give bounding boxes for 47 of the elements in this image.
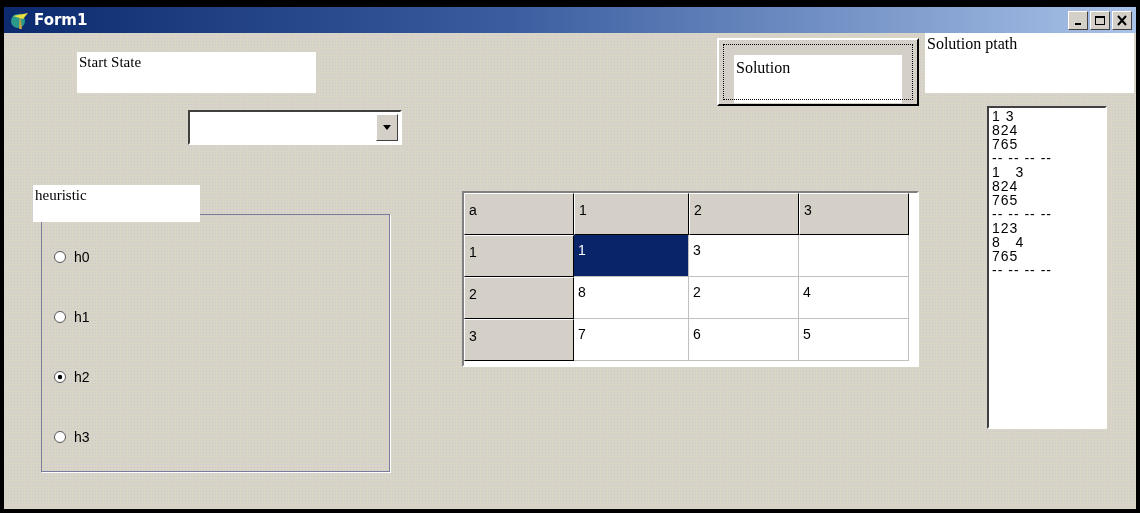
list-line: 765 [992,249,1019,263]
list-line: 1 3 [992,109,1015,123]
grid-cell[interactable]: 5 [799,319,909,361]
maximize-icon [1094,14,1106,26]
row-header[interactable]: 3 [464,319,574,361]
list-line: -- -- -- -- [992,263,1052,277]
grid-cell[interactable]: 7 [574,319,689,361]
radio-option[interactable]: h1 [54,305,389,328]
list-line: 765 [992,193,1019,207]
list-line: -- -- -- -- [992,207,1052,221]
grid-header: 1 [574,193,689,235]
grid-cell[interactable]: 6 [689,319,799,361]
grid-cell[interactable]: 8 [574,277,689,319]
minimize-icon [1075,22,1081,25]
grid-cell[interactable]: 4 [799,277,909,319]
list-line: 8 4 [992,235,1025,249]
grid-header: a [464,193,574,235]
minimize-button[interactable] [1068,10,1088,30]
row-header[interactable]: 1 [464,235,574,277]
path-listbox[interactable]: 1 3 824 765 -- -- -- -- 1 3 824 765 -- -- -- -- 123 8 4 765 -- -- -- -- [987,106,1107,429]
list-line: -- -- -- -- [992,151,1052,165]
grid-header: 3 [799,193,909,235]
close-button[interactable] [1112,10,1132,30]
row-header[interactable]: 2 [464,277,574,319]
close-icon [1116,14,1128,26]
list-line: 824 [992,179,1019,193]
grid-cell[interactable]: 2 [689,277,799,319]
app-icon [10,10,30,30]
list-line: 123 [992,221,1019,235]
grid-header: 2 [689,193,799,235]
heuristic-label: heuristic [33,185,200,222]
solution-button[interactable]: Solution [717,38,919,106]
radio-option[interactable]: h0 [54,245,389,268]
grid-cell[interactable]: 3 [689,235,799,277]
list-line: 824 [992,123,1019,137]
grid-cell[interactable]: 1 [574,235,689,277]
window-title: Form1 [34,11,89,29]
caret-icon [382,124,392,131]
radio-option[interactable]: h3 [54,425,389,448]
start-state-label: Start State [77,52,316,93]
maximize-button[interactable] [1090,10,1110,30]
list-line: 765 [992,137,1019,151]
list-line: 1 3 [992,165,1025,179]
grid-cell[interactable] [799,235,909,277]
start-state-combo[interactable] [188,110,402,145]
solution-path-label: Solution ptath [925,33,1134,93]
radio-option[interactable]: h2 [54,365,389,388]
